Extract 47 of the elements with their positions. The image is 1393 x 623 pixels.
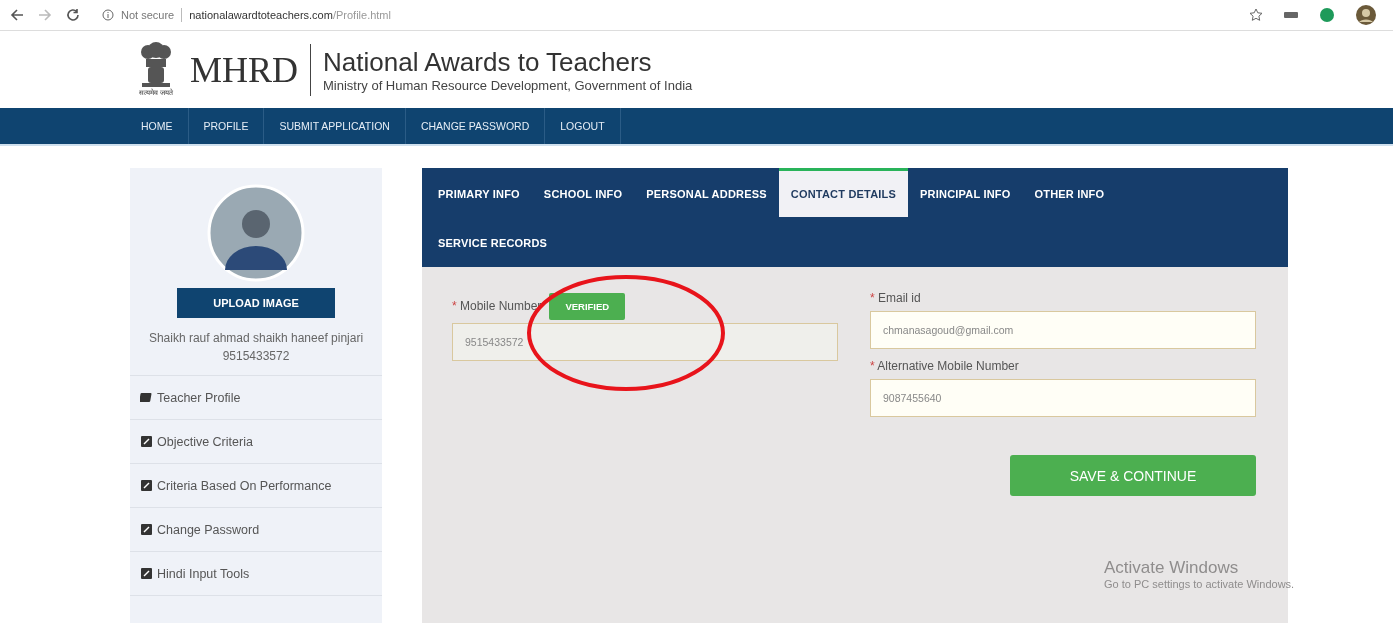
profile-name: Shaikh rauf ahmad shaikh haneef pinjari [148,330,364,347]
tab[interactable]: PERSONAL ADDRESS [634,168,779,217]
field-label: * Alternative Mobile Number [870,359,1020,373]
extension-icon[interactable] [1283,10,1299,20]
tab[interactable]: CONTACT DETAILS [778,168,909,217]
sidebar-link[interactable]: Hindi Input Tools [130,552,382,596]
sidebar-link[interactable]: Change Password [130,508,382,552]
reload-icon[interactable] [66,8,80,22]
activation-title: Activate Windows [1104,558,1240,578]
edit-icon [140,567,153,580]
url-text: nationalawardtoteachers.com/Profile.html [189,9,391,21]
tab[interactable]: OTHER INFO [1022,168,1117,217]
emblem-icon [138,42,174,88]
verified-badge: VERIFIED [549,292,626,320]
back-icon[interactable] [10,8,24,22]
field-label: * Mobile Number [452,299,542,313]
edit-icon [140,479,153,492]
activation-text: Go to PC settings to activate Windows. [1104,578,1295,590]
sidebar-link[interactable]: Teacher Profile [130,376,382,420]
extension-icon[interactable] [1319,7,1335,23]
nav-link[interactable]: LOGOUT [545,108,621,144]
edit-icon [140,523,153,536]
tab[interactable]: SERVICE RECORDS [426,217,560,266]
email-field[interactable]: chmanasagoud@gmail.com [870,311,1256,349]
nav-link[interactable]: HOME [126,108,189,144]
nav-link[interactable]: PROFILE [188,108,265,144]
tab[interactable]: SCHOOL INFO [531,168,635,217]
sidebar-link[interactable]: Objective Criteria [130,420,382,464]
alternative-mobile-field[interactable]: 9087455640 [870,379,1256,417]
tab[interactable]: PRINCIPAL INFO [908,168,1023,217]
site-subtitle: Ministry of Human Resource Development, Government of India [323,77,693,93]
star-icon[interactable] [1249,8,1263,22]
nav-link[interactable]: CHANGE PASSWORD [405,108,546,144]
security-label: Not secure [121,9,175,21]
tab[interactable]: PRIMARY INFO [426,168,532,217]
site-title: National Awards to Teachers [323,46,653,78]
info-icon [102,9,114,21]
profile-phone: 9515433572 [222,349,290,363]
nav-link[interactable]: SUBMIT APPLICATION [264,108,406,144]
brand-name: MHRD [190,48,299,91]
field-label: * Email id [870,291,922,305]
sidebar-link[interactable]: Criteria Based On Performance [130,464,382,508]
address-bar[interactable]: Not secure nationalawardtoteachers.com/Profile.html [94,3,1235,27]
book-icon [140,391,153,404]
avatar-icon[interactable] [1355,4,1377,26]
edit-icon [140,435,153,448]
upload-image-button[interactable]: UPLOAD IMAGE [177,288,335,318]
